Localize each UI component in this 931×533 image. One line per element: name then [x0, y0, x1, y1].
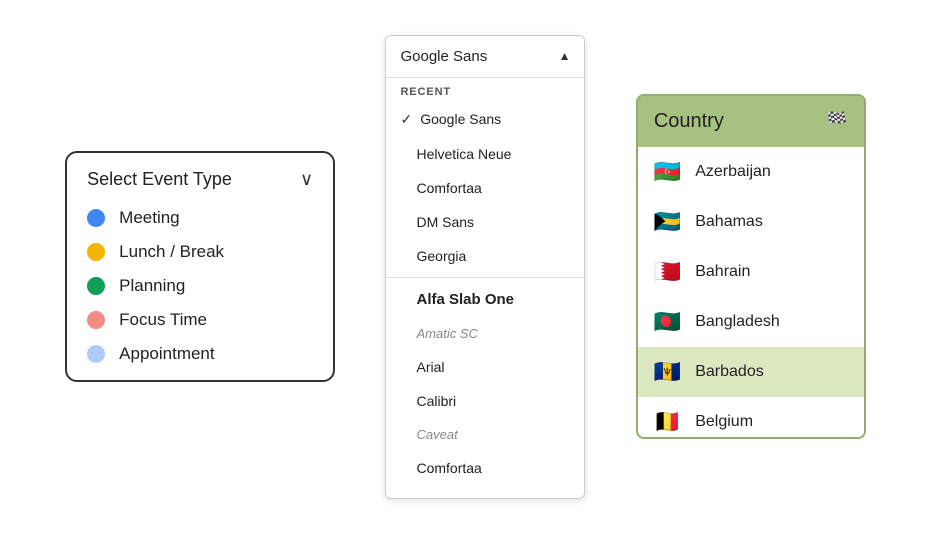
country-item[interactable]: 🇧🇧 Barbados: [638, 347, 864, 397]
country-flag: 🇦🇿: [654, 159, 681, 185]
country-name: Belgium: [695, 413, 753, 431]
font-name-label: Comfortaa: [416, 180, 481, 196]
event-label: Focus Time: [119, 310, 207, 330]
font-name-label: Georgia: [416, 248, 466, 264]
event-dot: [87, 277, 105, 295]
font-all-item[interactable]: Caveat: [386, 418, 584, 451]
country-flag: 🇧🇩: [654, 309, 681, 335]
event-label: Planning: [119, 276, 185, 296]
font-recent-item[interactable]: Helvetica Neue: [386, 137, 584, 171]
font-all-item[interactable]: Comfortaa: [386, 451, 584, 485]
country-list: 🇦🇿 Azerbaijan 🇧🇸 Bahamas 🇧🇭 Bahrain 🇧🇩 Banglade…: [638, 147, 864, 437]
event-type-title: Select Event Type: [87, 169, 232, 190]
font-recent-item[interactable]: DM Sans: [386, 205, 584, 239]
font-dropdown-body[interactable]: RECENT ✓ Google Sans Helvetica Neue Comfort…: [386, 78, 584, 498]
font-name-label: Calibri: [416, 393, 456, 409]
country-flag: 🇧🇧: [654, 359, 681, 385]
checkmark-icon: ✓: [400, 111, 412, 128]
country-item[interactable]: 🇧🇩 Bangladesh: [638, 297, 864, 347]
country-panel: Country 🏁 🇦🇿 Azerbaijan 🇧🇸 Bahamas 🇧🇭 Bahrain…: [636, 94, 866, 439]
country-item[interactable]: 🇧🇸 Bahamas: [638, 197, 864, 247]
event-item[interactable]: Meeting: [87, 208, 313, 228]
font-name-label: DM Sans: [416, 214, 474, 230]
country-icon: 🏁: [825, 111, 847, 132]
event-dot: [87, 243, 105, 261]
country-flag: 🇧🇭: [654, 259, 681, 285]
country-item[interactable]: 🇧🇭 Bahrain: [638, 247, 864, 297]
font-dropdown-panel: Google Sans ▲ RECENT ✓ Google Sans Helveti…: [385, 35, 585, 499]
event-dot: [87, 311, 105, 329]
event-dot: [87, 209, 105, 227]
chevron-down-icon: ∨: [300, 169, 313, 190]
font-all-item[interactable]: Arial: [386, 350, 584, 384]
country-name: Barbados: [695, 363, 764, 381]
country-name: Azerbaijan: [695, 163, 771, 181]
country-name: Bangladesh: [695, 313, 780, 331]
font-recent-item[interactable]: Georgia: [386, 239, 584, 273]
font-all-item[interactable]: Amatic SC: [386, 317, 584, 350]
event-item[interactable]: Lunch / Break: [87, 242, 313, 262]
country-name: Bahrain: [695, 263, 750, 281]
font-name-label: Alfa Slab One: [416, 291, 514, 308]
country-name: Bahamas: [695, 213, 763, 231]
font-name-label: Arial: [416, 359, 444, 375]
event-item[interactable]: Planning: [87, 276, 313, 296]
event-item[interactable]: Focus Time: [87, 310, 313, 330]
font-recent-item[interactable]: Comfortaa: [386, 171, 584, 205]
font-name-label: Helvetica Neue: [416, 146, 511, 162]
font-name-label: Comfortaa: [416, 460, 481, 476]
country-header: Country 🏁: [638, 96, 864, 147]
event-type-panel: Select Event Type ∨ Meeting Lunch / Break…: [65, 151, 335, 382]
event-label: Meeting: [119, 208, 179, 228]
font-divider: [386, 277, 584, 278]
event-dot: [87, 345, 105, 363]
font-all-item[interactable]: Calibri: [386, 384, 584, 418]
font-all-item[interactable]: Alfa Slab One: [386, 282, 584, 317]
country-item[interactable]: 🇧🇪 Belgium: [638, 397, 864, 437]
font-dropdown-arrow-icon: ▲: [559, 49, 571, 63]
event-item[interactable]: Appointment: [87, 344, 313, 364]
country-flag: 🇧🇸: [654, 209, 681, 235]
font-selected-label: Google Sans: [400, 48, 487, 65]
font-name-label: Caveat: [416, 427, 457, 442]
event-label: Lunch / Break: [119, 242, 224, 262]
font-section-recent: RECENT: [386, 78, 584, 102]
font-name-label: Amatic SC: [416, 326, 477, 341]
event-label: Appointment: [119, 344, 214, 364]
event-list: Meeting Lunch / Break Planning Focus Time Ap…: [87, 208, 313, 364]
country-title: Country: [654, 110, 724, 133]
font-name-label: Google Sans: [420, 111, 501, 127]
font-recent-item[interactable]: ✓ Google Sans: [386, 102, 584, 137]
event-type-header[interactable]: Select Event Type ∨: [87, 169, 313, 190]
country-item[interactable]: 🇦🇿 Azerbaijan: [638, 147, 864, 197]
font-dropdown-header[interactable]: Google Sans ▲: [386, 36, 584, 78]
country-flag: 🇧🇪: [654, 409, 681, 435]
